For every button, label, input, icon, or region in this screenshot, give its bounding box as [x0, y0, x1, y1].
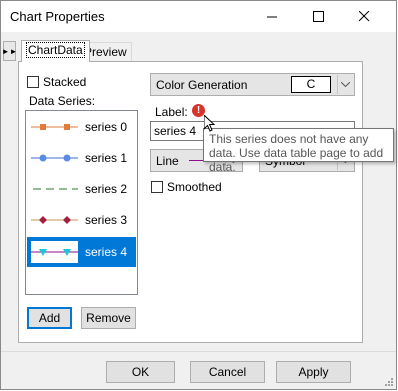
smoothed-checkbox[interactable] [151, 181, 163, 193]
chart-properties-window: Chart Properties ►► ChartData Preview St… [0, 0, 397, 390]
dropdown-arrow [337, 75, 353, 94]
list-item[interactable]: series 1 [27, 143, 136, 173]
series-line-swatch [31, 124, 78, 130]
add-button-label: Add [38, 311, 61, 325]
series-line-swatch [31, 154, 78, 162]
double-chevron-right-icon: ►► [1, 46, 18, 56]
resize-grip-icon[interactable] [384, 377, 394, 387]
series-name: series 4 [85, 245, 128, 259]
apply-button[interactable]: Apply [276, 361, 351, 383]
line-style-value: Line [156, 154, 179, 168]
series-line-swatch [31, 241, 78, 263]
chevron-down-icon [341, 82, 350, 87]
window-title: Chart Properties [10, 9, 105, 24]
list-item[interactable]: series 0 [27, 112, 136, 142]
stacked-label: Stacked [43, 75, 87, 89]
list-item[interactable]: series 2 [27, 174, 136, 204]
ok-button-label: OK [131, 365, 150, 379]
cancel-button-label: Cancel [208, 365, 247, 379]
color-generation-select[interactable]: Color Generation C [150, 73, 355, 96]
minimize-icon [266, 16, 277, 18]
warning-tooltip: This series does not have any data. Use … [203, 128, 394, 174]
label-field-label: Label: [155, 105, 188, 119]
list-item[interactable]: series 3 [27, 205, 136, 235]
close-button[interactable] [341, 1, 387, 32]
series-name: series 1 [85, 151, 128, 165]
data-series-label: Data Series: [29, 94, 96, 108]
remove-button-label: Remove [86, 311, 131, 325]
tab-chartdata[interactable]: ChartData [21, 40, 90, 62]
remove-button[interactable]: Remove [81, 307, 136, 329]
data-series-list[interactable]: series 0 series 1 series 2 series 3 seri… [25, 110, 138, 295]
apply-button-label: Apply [298, 365, 329, 379]
color-generation-label: Color Generation [156, 78, 248, 92]
list-item-selected[interactable]: series 4 [27, 237, 136, 267]
add-button[interactable]: Add [27, 307, 72, 329]
tab-chartdata-label: ChartData [26, 42, 85, 58]
tab-preview-label: Preview [84, 45, 127, 59]
footer-divider [1, 351, 396, 352]
color-generation-value: C [291, 76, 331, 93]
maximize-button[interactable] [295, 1, 341, 32]
series-line-swatch [33, 188, 78, 190]
series-name: series 3 [85, 213, 128, 227]
cancel-button[interactable]: Cancel [190, 361, 265, 383]
series-line-swatch [31, 216, 78, 224]
label-input-value: series 4 [154, 124, 197, 138]
series-name: series 0 [85, 120, 128, 134]
stacked-checkbox[interactable] [27, 76, 39, 88]
minimize-button[interactable] [249, 1, 295, 32]
smoothed-label: Smoothed [167, 180, 222, 194]
close-icon [358, 11, 369, 22]
maximize-icon [312, 11, 324, 22]
expand-panel-button[interactable]: ►► [1, 41, 18, 61]
mouse-cursor-icon [204, 115, 216, 132]
title-bar: Chart Properties [1, 1, 396, 32]
ok-button[interactable]: OK [106, 361, 175, 383]
series-name: series 2 [85, 182, 128, 196]
